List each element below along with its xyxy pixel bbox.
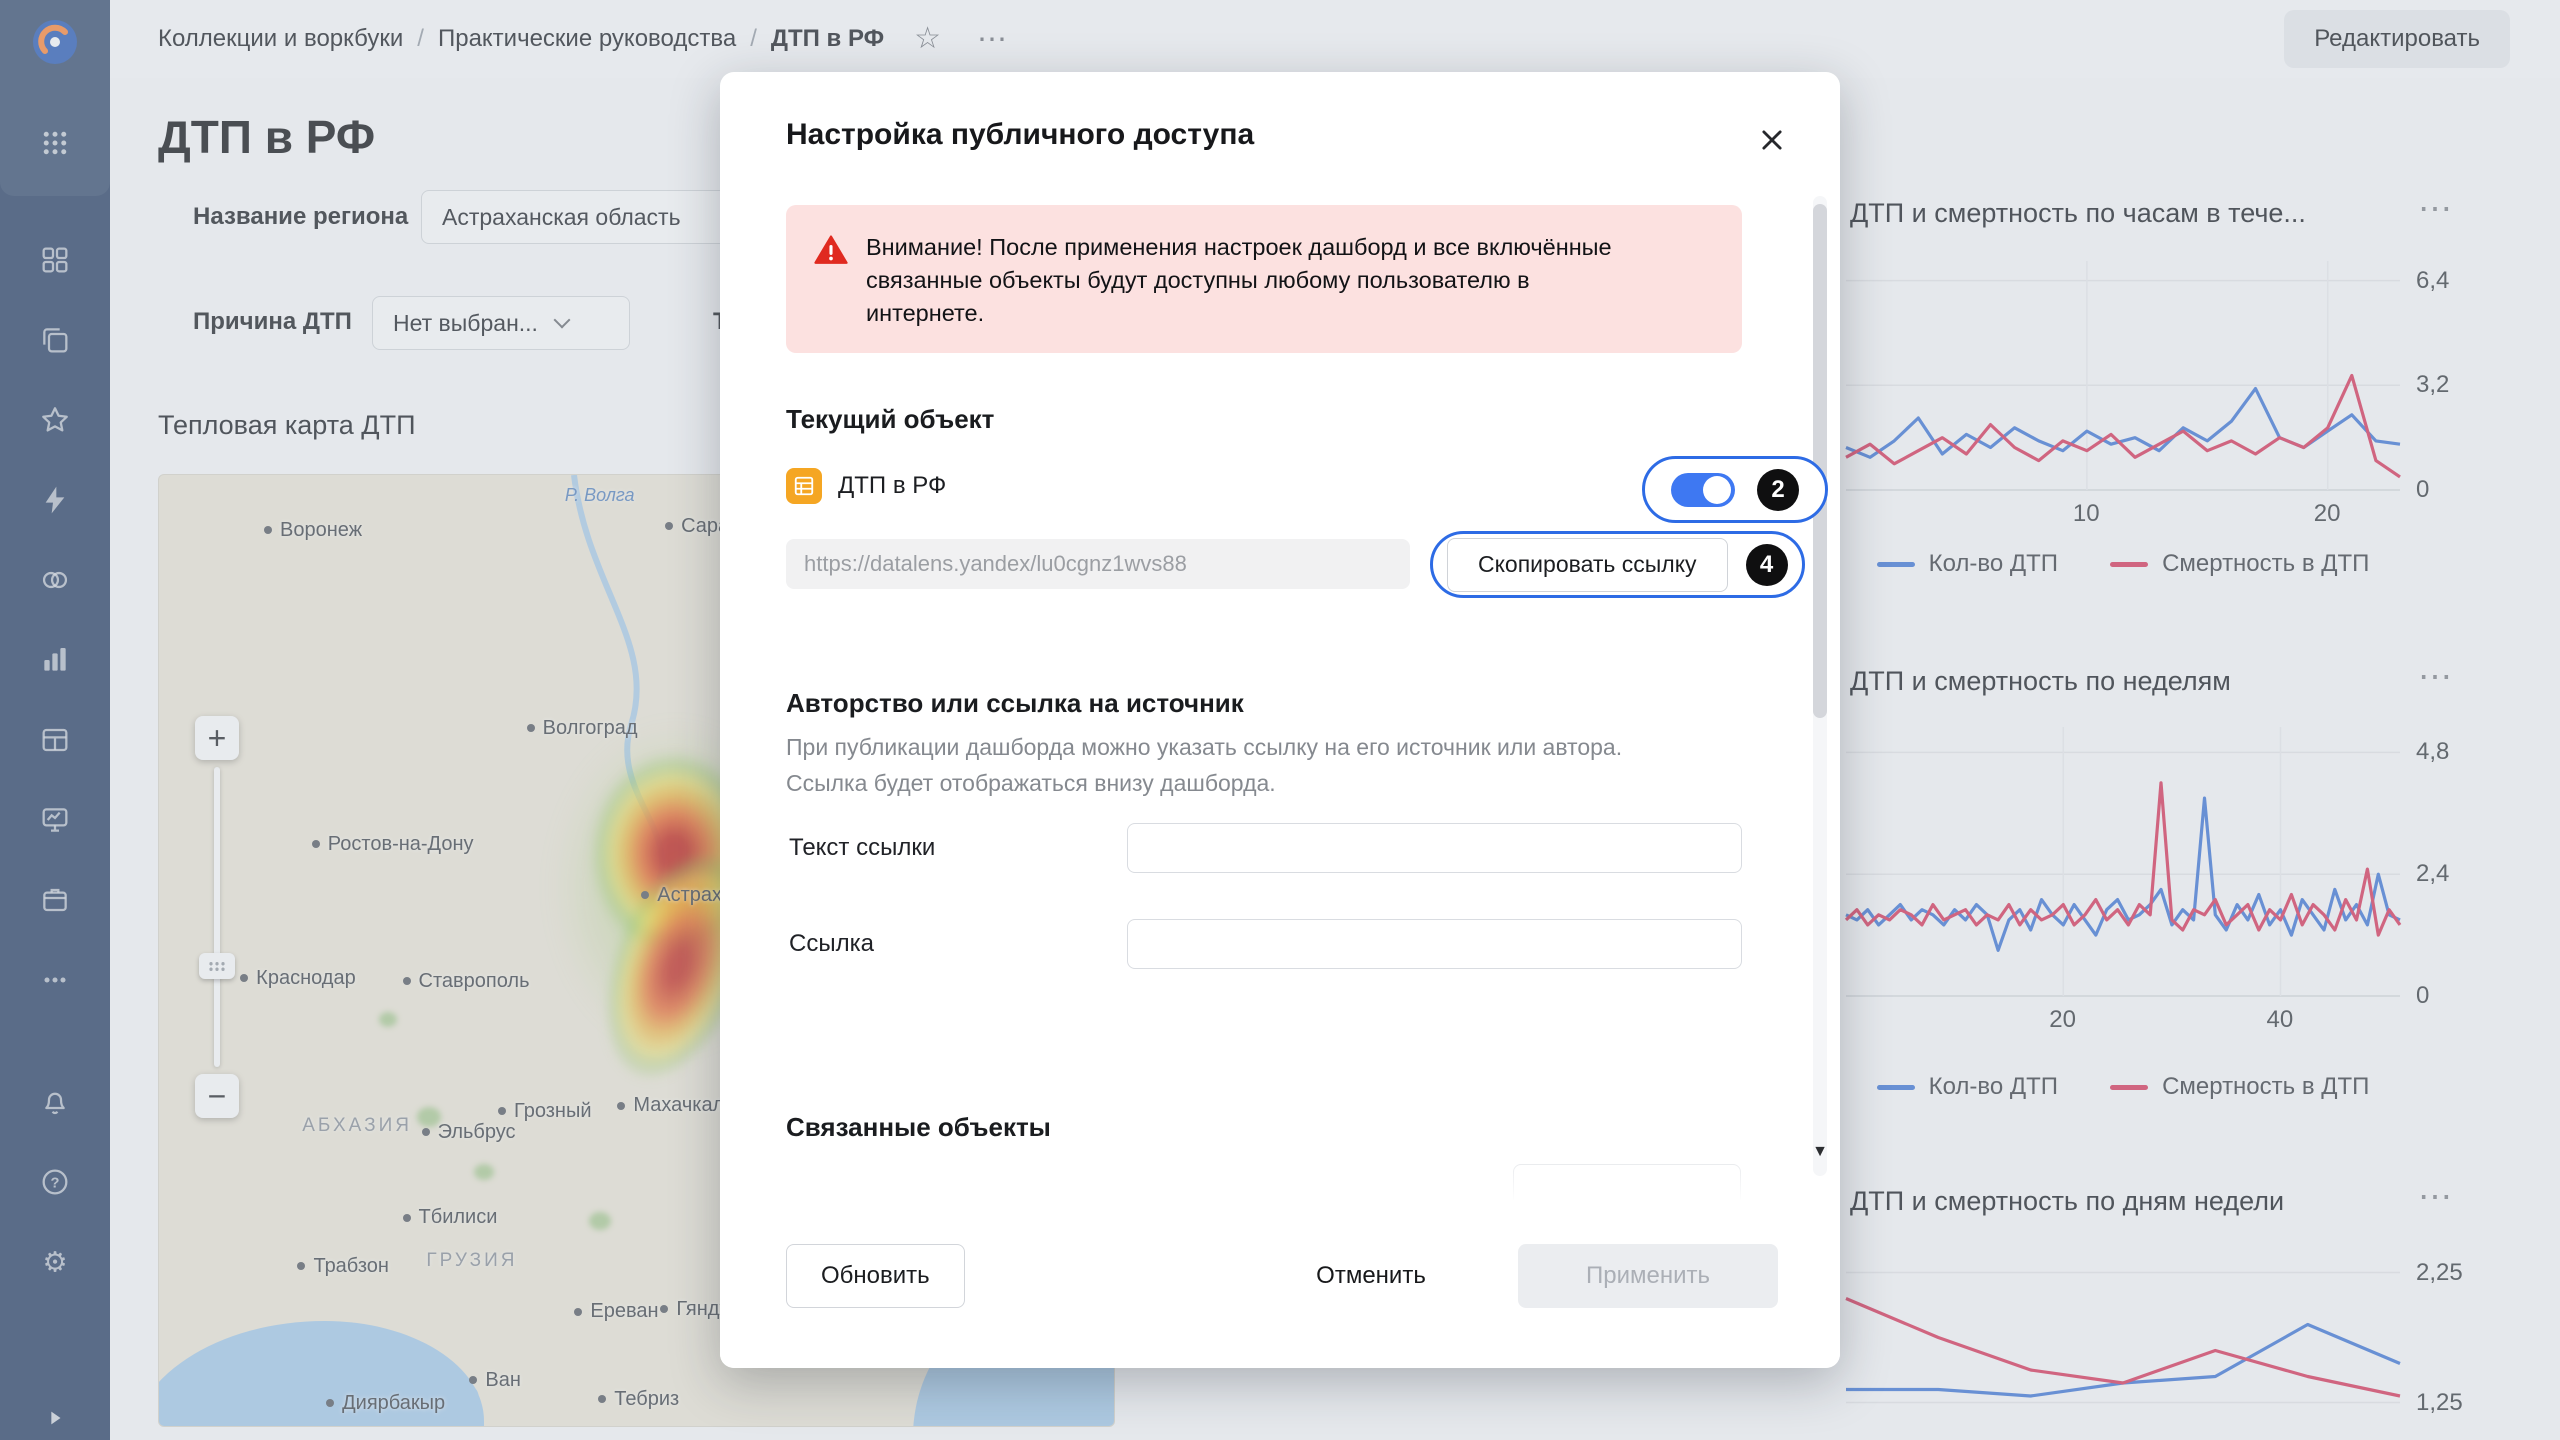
current-object-heading: Текущий объект: [786, 404, 994, 435]
refresh-button[interactable]: Обновить: [786, 1244, 965, 1308]
copy-callout: Скопировать ссылку 4: [1430, 531, 1805, 598]
link-url-input[interactable]: [1127, 919, 1742, 969]
warning-alert: Внимание! После применения настроек дашб…: [786, 205, 1742, 353]
link-text-label: Текст ссылки: [789, 834, 935, 862]
step-badge-4: 4: [1746, 544, 1788, 586]
modal-scrollbar-thumb[interactable]: [1813, 204, 1827, 718]
public-access-dialog: Настройка публичного доступа Внимание! П…: [720, 72, 1840, 1368]
authorship-hint-2: Ссылка будет отображаться внизу дашборда…: [786, 770, 1276, 797]
public-url-input[interactable]: [786, 539, 1410, 589]
warning-icon: [814, 233, 848, 327]
object-name: ДТП в РФ: [838, 472, 946, 500]
copy-link-button[interactable]: Скопировать ссылку: [1447, 538, 1728, 592]
public-access-toggle[interactable]: [1671, 473, 1735, 507]
authorship-heading: Авторство или ссылка на источник: [786, 688, 1244, 719]
current-object-row: ДТП в РФ: [786, 468, 946, 504]
scrollbar-down-arrow-icon[interactable]: ▼: [1812, 1144, 1828, 1160]
link-text-input[interactable]: [1127, 823, 1742, 873]
dialog-footer: Обновить Отменить Применить: [720, 1200, 1840, 1368]
dialog-title: Настройка публичного доступа: [786, 118, 1254, 152]
step-badge-2: 2: [1757, 469, 1799, 511]
toggle-callout: 2: [1642, 456, 1828, 523]
apply-button[interactable]: Применить: [1518, 1244, 1778, 1308]
app-root: ?⚙ Коллекции и воркбуки / Практические р…: [0, 0, 2560, 1440]
link-url-label: Ссылка: [789, 930, 874, 958]
dashboard-object-icon: [786, 468, 822, 504]
toggle-knob: [1703, 476, 1731, 504]
authorship-hint-1: При публикации дашборда можно указать сс…: [786, 734, 1622, 761]
related-objects-heading: Связанные объекты: [786, 1112, 1051, 1143]
warning-text: Внимание! После применения настроек дашб…: [866, 231, 1652, 327]
close-icon[interactable]: [1752, 120, 1792, 160]
cancel-button[interactable]: Отменить: [1286, 1244, 1456, 1308]
